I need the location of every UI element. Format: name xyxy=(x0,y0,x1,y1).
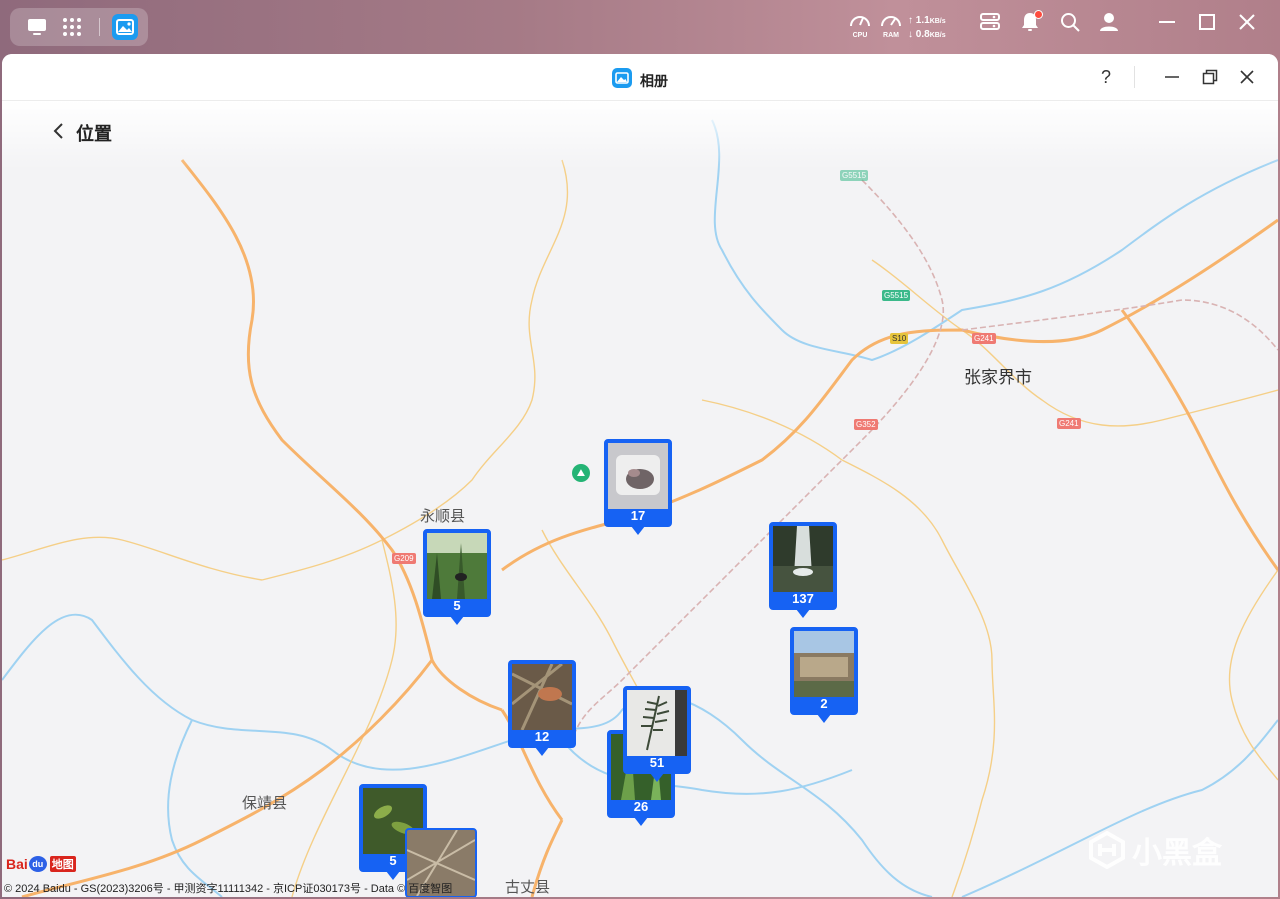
place-label-guzhang: 古丈县 xyxy=(505,879,551,896)
marker-pointer xyxy=(450,616,464,625)
page-title: 位置 xyxy=(76,124,112,144)
photo-count: 51 xyxy=(649,755,665,770)
photos-logo-icon xyxy=(612,68,632,93)
photo-count: 137 xyxy=(792,591,814,606)
upload-speed-value: 1.1 xyxy=(915,15,930,26)
photo-count: 17 xyxy=(630,508,646,523)
logo-ditu: 地图 xyxy=(49,856,76,872)
ram-gauge-icon[interactable]: RAM xyxy=(879,12,903,40)
marker-pointer xyxy=(634,817,648,826)
marker-frame: 137 xyxy=(769,522,837,610)
upload-speed-unit: KB/s xyxy=(929,18,946,25)
photo-thumbnail xyxy=(773,526,833,592)
help-button[interactable]: ? xyxy=(1094,65,1118,89)
photo-thumbnail xyxy=(608,443,668,509)
chevron-left-icon[interactable] xyxy=(52,122,66,145)
notification-badge xyxy=(1034,10,1043,19)
marker-frame: 2 xyxy=(790,627,858,715)
photo-thumbnail xyxy=(627,690,687,756)
search-icon[interactable] xyxy=(1060,12,1080,32)
road-shield-s10: S10 xyxy=(890,333,909,344)
logo-text: Bai xyxy=(6,856,28,872)
road-shield-g241-b: G241 xyxy=(1057,418,1081,429)
place-label-zhangjiajie: 张家界市 xyxy=(964,368,1032,387)
photo-cluster-marker[interactable]: 2 xyxy=(790,627,858,723)
photo-thumbnail xyxy=(512,664,572,730)
upload-speed-row: ↑ 1.1KB/s xyxy=(908,15,946,26)
server-status-icon[interactable] xyxy=(980,12,1000,32)
road-shield-g241-a: G241 xyxy=(972,333,996,344)
marker-pointer xyxy=(631,526,645,535)
photo-cluster-marker[interactable]: 137 xyxy=(769,522,837,618)
app-grid-icon[interactable] xyxy=(57,12,87,42)
marker-pointer xyxy=(535,747,549,756)
desktop-maximize-icon[interactable] xyxy=(1197,12,1217,32)
window-title-text: 相册 xyxy=(640,72,668,89)
user-account-icon[interactable] xyxy=(1099,12,1119,32)
photo-thumbnail xyxy=(427,533,487,599)
location-map[interactable]: 位置 张家界市 永顺县 保靖县 古丈县 G5515 G5515 S10 G241… xyxy=(2,100,1278,897)
minimize-button[interactable] xyxy=(1160,65,1184,89)
photo-count: 2 xyxy=(820,696,828,711)
cpu-gauge-icon[interactable]: CPU xyxy=(848,12,872,40)
desktop-close-icon[interactable] xyxy=(1237,12,1257,32)
watermark-text: 小黑盒 xyxy=(1132,837,1222,870)
marker-pointer xyxy=(386,871,400,880)
cpu-label: CPU xyxy=(852,32,868,39)
photo-cluster-marker[interactable]: 12 xyxy=(508,660,576,756)
download-speed-value: 0.8 xyxy=(915,29,930,40)
network-speed[interactable]: ↑ 1.1KB/s ↓ 0.8KB/s xyxy=(908,14,946,42)
restore-button[interactable] xyxy=(1198,65,1222,89)
photo-thumbnail xyxy=(794,631,854,697)
baidu-map-logo: Bai du 地图 xyxy=(6,856,76,872)
download-speed-unit: KB/s xyxy=(929,32,946,39)
photo-cluster-marker[interactable]: 17 xyxy=(604,439,672,535)
notification-bell-icon[interactable] xyxy=(1020,10,1043,32)
titlebar-divider xyxy=(1134,66,1135,88)
photo-count: 5 xyxy=(453,598,461,613)
desktop-icon[interactable] xyxy=(22,12,52,42)
logo-du: du xyxy=(28,856,47,872)
marker-frame: 17 xyxy=(604,439,672,527)
marker-pointer xyxy=(650,773,664,782)
marker-frame: 12 xyxy=(508,660,576,748)
marker-pointer xyxy=(796,609,810,618)
window-titlebar: 相册 ? xyxy=(2,54,1278,101)
road-shield-g209: G209 xyxy=(392,553,416,564)
photo-cluster-marker[interactable]: 51 xyxy=(623,686,691,782)
watermark-logo-icon xyxy=(1089,831,1125,869)
photos-window: 相册 ? 位置 张家界市 永顺县 保靖县 古丈县 G5515 G5515 S10… xyxy=(2,54,1278,897)
marker-frame: 51 xyxy=(623,686,691,774)
road-shield-g5515: G5515 xyxy=(882,290,911,301)
download-speed-row: ↓ 0.8KB/s xyxy=(908,29,946,40)
scenic-spot-icon[interactable]: ⛰ xyxy=(572,464,590,482)
road-shield-g5515-top: G5515 xyxy=(840,170,869,181)
place-label-baojing: 保靖县 xyxy=(242,795,288,812)
desktop-minimize-icon[interactable] xyxy=(1157,12,1177,32)
close-button[interactable] xyxy=(1235,65,1259,89)
road-shield-g352: G352 xyxy=(854,419,878,430)
photos-app-icon[interactable] xyxy=(110,12,140,42)
map-copyright: © 2024 Baidu - GS(2023)3206号 - 甲测资字11111… xyxy=(4,883,453,895)
window-title: 相册 xyxy=(612,68,668,93)
watermark: 小黑盒 xyxy=(1088,828,1222,872)
photo-count: 26 xyxy=(633,799,649,814)
app-launcher-group xyxy=(10,8,148,46)
marker-pointer xyxy=(817,714,831,723)
system-taskbar: CPU RAM ↑ 1.1KB/s ↓ 0.8KB/s xyxy=(0,0,1280,54)
photo-cluster-marker[interactable]: 5 xyxy=(423,529,491,625)
photo-count: 12 xyxy=(534,729,550,744)
taskbar-divider xyxy=(99,18,100,36)
place-label-yongshun: 永顺县 xyxy=(420,508,466,525)
back-navigation[interactable]: 位置 xyxy=(52,120,112,146)
ram-label: RAM xyxy=(883,32,899,39)
marker-frame: 5 xyxy=(423,529,491,617)
